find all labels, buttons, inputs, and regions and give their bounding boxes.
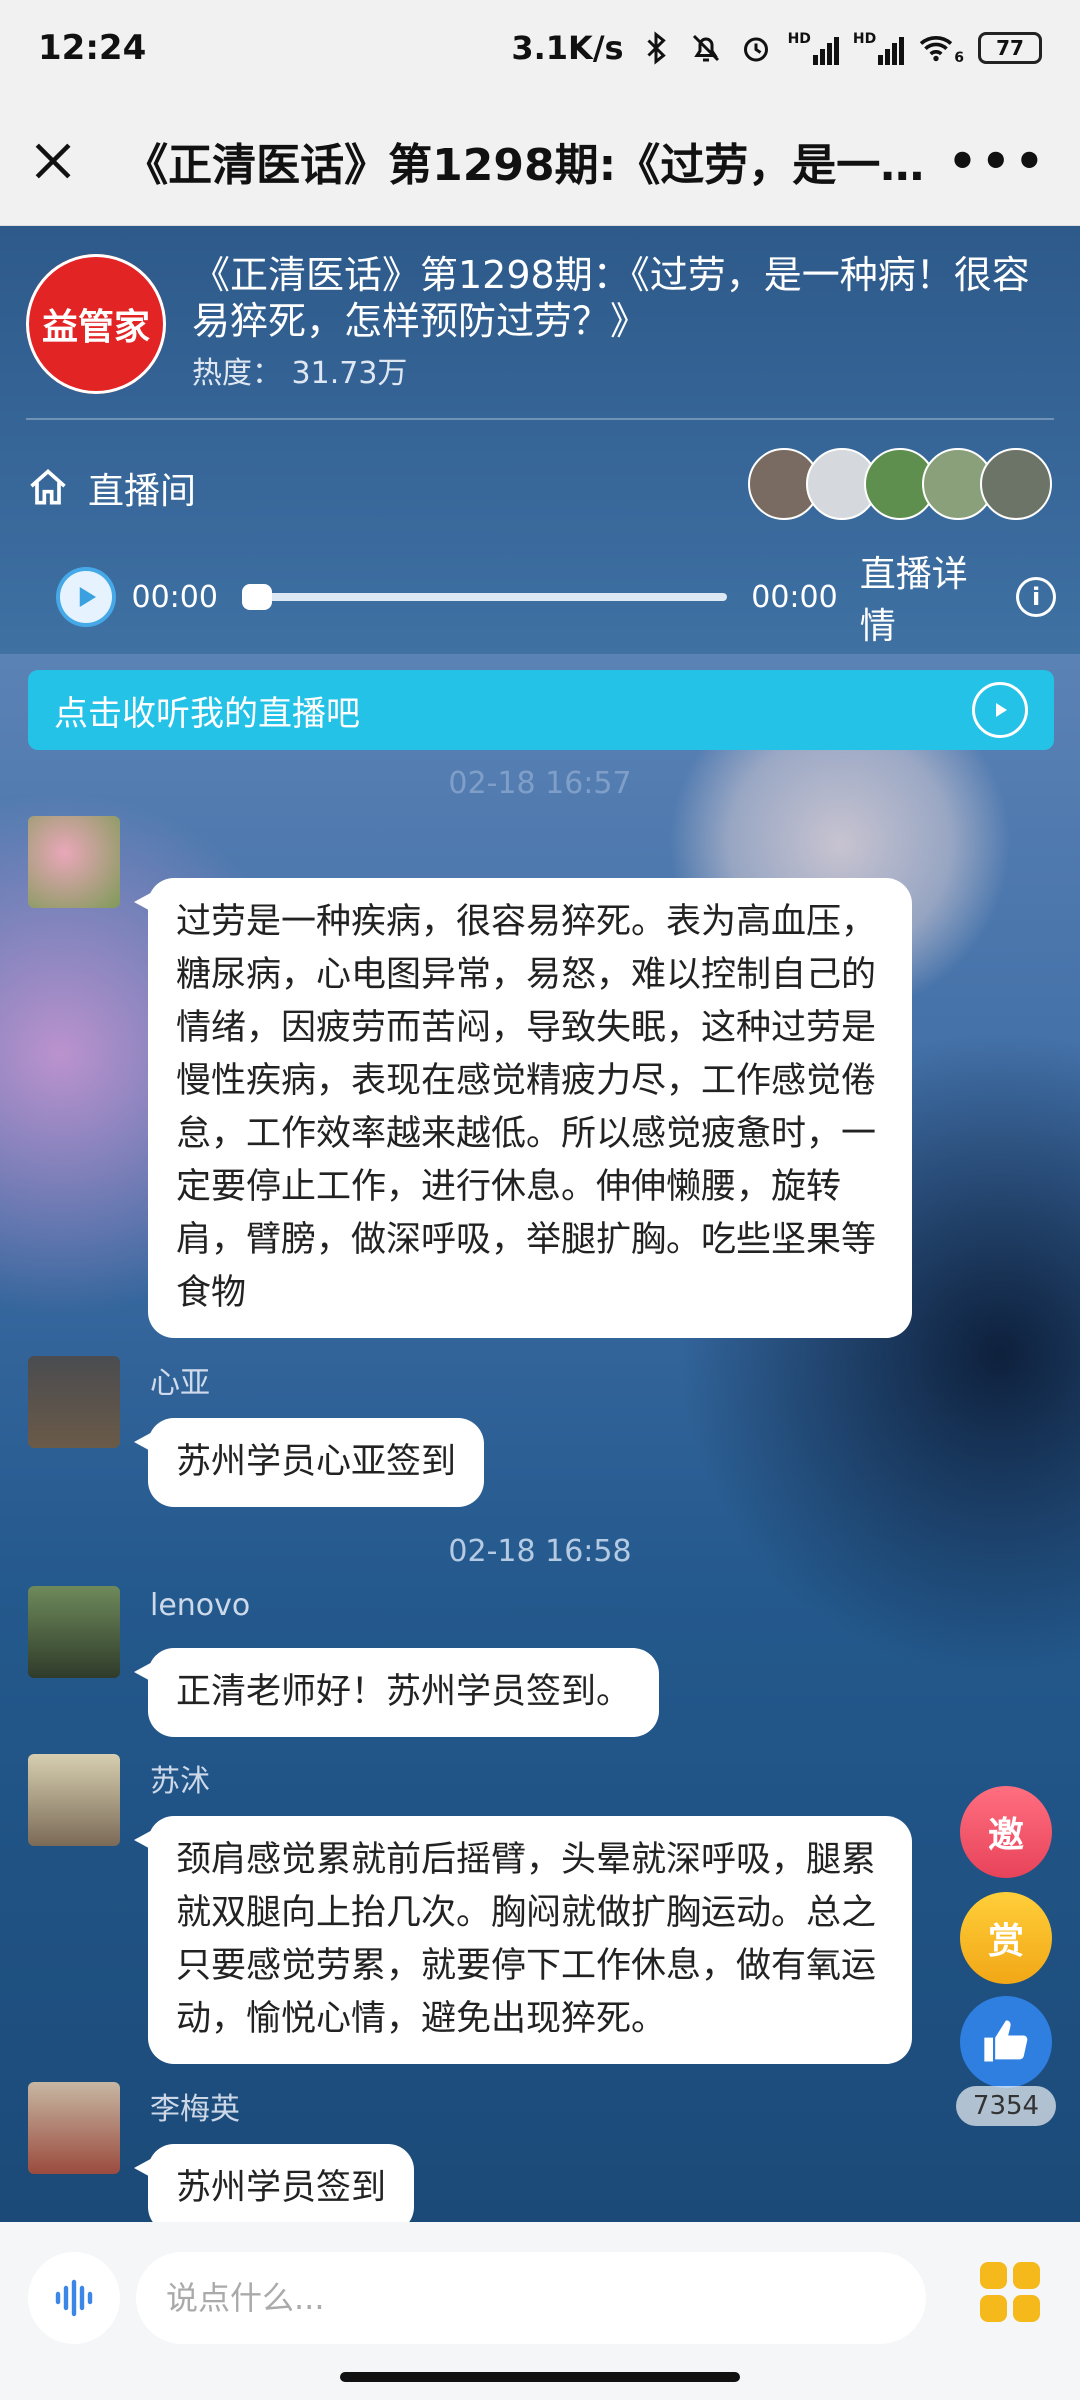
net-speed: 3.1K/s [511, 29, 624, 67]
progress-slider[interactable] [241, 584, 728, 610]
user-avatar[interactable] [28, 1356, 120, 1448]
wifi-label: 6 [954, 50, 964, 66]
like-count: 7354 [956, 2086, 1056, 2126]
header-divider [26, 418, 1054, 420]
invite-label: 邀 [987, 1815, 1024, 1856]
channel-logo[interactable]: 益管家 [26, 254, 166, 394]
chat-message: lenovo 正清老师好！苏州学员签到。 [28, 1586, 1028, 1746]
user-name: 心亚 [150, 1366, 210, 1401]
info-icon[interactable]: i [1016, 577, 1056, 617]
home-icon [30, 469, 66, 505]
status-icons: 3.1K/s HD HD 6 77 [511, 29, 1042, 67]
live-header: 益管家 《正清医话》第1298期：《过劳，是一种病！很容易猝死，怎样预防过劳？》… [0, 226, 1080, 654]
signal-1-icon: HD [788, 31, 839, 65]
play-button[interactable] [56, 567, 116, 627]
reward-label: 赏 [987, 1921, 1024, 1962]
chat-timestamp: 02-18 16:57 [448, 766, 632, 801]
message-bubble: 苏州学员签到 [133, 2144, 415, 2222]
listen-banner-text: 点击收听我的直播吧 [54, 693, 360, 734]
heat-count: 热度： 31.73万 [192, 356, 408, 391]
progress-knob[interactable] [241, 584, 272, 610]
user-avatar[interactable] [28, 1754, 120, 1846]
live-details-link[interactable]: 直播详情 [860, 545, 1003, 649]
bluetooth-icon [647, 31, 666, 65]
listen-banner[interactable]: 点击收听我的直播吧 [28, 670, 1054, 750]
input-bar [0, 2222, 1080, 2400]
chat-message: 李梅英 苏州学员签到 [28, 2082, 1028, 2222]
home-indicator [340, 2372, 740, 2382]
listen-play-icon[interactable] [972, 682, 1028, 738]
alarm-icon [743, 37, 768, 62]
audience-avatar [980, 448, 1052, 520]
live-title: 《正清医话》第1298期：《过劳，是一种病！很容易猝死，怎样预防过劳？》 [192, 253, 1030, 343]
message-bubble: 过劳是一种疾病，很容易猝死。表为高血压，糖尿病，心电图异常，易怒，难以控制自己的… [134, 878, 912, 1338]
audience-avatars[interactable] [748, 448, 1052, 520]
play-icon [79, 587, 96, 607]
user-name: 苏沭 [150, 1764, 210, 1799]
user-name: 李梅英 [150, 2092, 240, 2127]
status-time: 12:24 [38, 28, 147, 68]
signal-2-label: HD [852, 31, 877, 47]
thumbs-up-icon [984, 2020, 1028, 2062]
voice-wave-icon [55, 2279, 93, 2317]
comment-input[interactable] [166, 2279, 846, 2317]
wifi-icon: 6 [918, 30, 964, 66]
more-tools-icon[interactable] [980, 2262, 1040, 2322]
voice-button[interactable] [28, 2252, 120, 2344]
message-bubble: 颈肩感觉累就前后摇臂，头晕就深呼吸，腿累就双腿向上抬几次。胸闷就做扩胸运动。总之… [134, 1816, 912, 2064]
status-bar: 12:24 3.1K/s HD HD 6 77 [0, 0, 1080, 96]
like-button[interactable] [960, 1996, 1052, 2088]
total-time: 00:00 [751, 579, 838, 615]
more-options-icon[interactable]: ••• [948, 134, 1048, 188]
live-room-link[interactable]: 直播间 [26, 462, 196, 514]
live-room-label: 直播间 [88, 471, 197, 512]
chat-message: 过劳是一种疾病，很容易猝死。表为高血压，糖尿病，心电图异常，易怒，难以控制自己的… [28, 816, 1028, 1338]
mute-bell-icon [692, 34, 719, 62]
invite-button[interactable]: 邀 [960, 1786, 1052, 1878]
page-title: 《正清医话》第1298期:《过劳，是一种病... [124, 139, 948, 191]
chat-message: 心亚 苏州学员心亚签到 [28, 1356, 1028, 1516]
user-avatar[interactable] [28, 1586, 120, 1678]
current-time: 00:00 [131, 579, 218, 615]
user-name: lenovo [150, 1588, 251, 1623]
title-bar: 《正清医话》第1298期:《过劳，是一种病... ••• [0, 96, 1080, 226]
signal-1-label: HD [787, 31, 811, 47]
comment-field[interactable] [136, 2252, 926, 2344]
user-avatar[interactable] [28, 816, 120, 908]
user-avatar[interactable] [28, 2082, 120, 2174]
chat-timestamp: 02-18 16:58 [448, 1534, 632, 1569]
close-icon[interactable] [32, 139, 74, 183]
message-bubble: 正清老师好！苏州学员签到。 [133, 1648, 660, 1737]
message-bubble: 苏州学员心亚签到 [133, 1418, 485, 1507]
reward-button[interactable]: 赏 [960, 1892, 1052, 1984]
audio-player: 00:00 00:00 直播详情 i [56, 554, 1056, 647]
battery-icon: 77 [978, 32, 1042, 64]
chat-message: 苏沭 颈肩感觉累就前后摇臂，头晕就深呼吸，腿累就双腿向上抬几次。胸闷就做扩胸运动… [28, 1754, 1028, 2084]
signal-2-icon: HD [852, 31, 905, 65]
chat-area[interactable]: 点击收听我的直播吧 02-18 16:57 过劳是一种疾病，很容易猝死。表为高血… [0, 654, 1080, 2222]
